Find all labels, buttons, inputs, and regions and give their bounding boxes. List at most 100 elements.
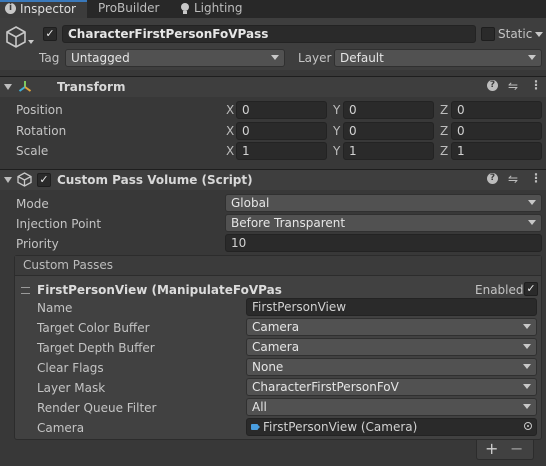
axis-x-label: X (226, 124, 235, 138)
component-title: Custom Pass Volume (Script) (57, 173, 253, 187)
preset-icon[interactable]: ⇋ (508, 172, 518, 186)
help-icon[interactable]: ? (487, 173, 498, 184)
add-pass-button[interactable]: + (485, 440, 498, 458)
tab-lighting[interactable]: Lighting (172, 0, 252, 18)
target-color-buffer-value: Camera (252, 320, 300, 334)
axis-y-label: Y (333, 124, 341, 138)
axis-y-label: Y (333, 103, 341, 117)
target-depth-buffer-dropdown[interactable]: Camera (246, 338, 537, 356)
tag-dropdown[interactable]: Untagged (65, 49, 285, 67)
tab-label: Inspector (20, 2, 76, 16)
drag-handle-icon[interactable] (21, 287, 30, 294)
camera-lens-icon (257, 424, 260, 430)
kebab-menu-icon[interactable]: ⋮ (530, 171, 542, 185)
rotation-z-field[interactable]: 0 (451, 122, 542, 140)
script-icon (17, 172, 32, 187)
tab-label: Lighting (194, 1, 243, 15)
info-icon: i (5, 3, 16, 14)
target-depth-buffer-label: Target Depth Buffer (37, 341, 155, 355)
axis-z-label: Z (440, 124, 449, 138)
object-picker-icon[interactable] (524, 422, 532, 430)
chevron-down-icon (271, 55, 279, 60)
camera-value: FirstPersonView (Camera) (263, 420, 418, 434)
help-icon[interactable]: ? (487, 80, 498, 91)
pass-enabled-checkbox[interactable]: ✓ (524, 282, 538, 296)
clear-flags-dropdown[interactable]: None (246, 358, 537, 376)
layer-dropdown[interactable]: Default (334, 49, 542, 67)
tab-probuilder[interactable]: ProBuilder (88, 0, 168, 18)
layer-mask-value: CharacterFirstPersonFoV (252, 380, 399, 394)
mode-dropdown[interactable]: Global (225, 194, 542, 212)
component-enabled-checkbox[interactable]: ✓ (37, 173, 51, 187)
static-label: Static (498, 27, 533, 41)
mode-value: Global (231, 196, 270, 210)
chevron-down-icon (523, 324, 531, 329)
injection-point-value: Before Transparent (231, 216, 346, 230)
position-y-field[interactable]: 0 (343, 101, 434, 119)
render-queue-filter-dropdown[interactable]: All (246, 398, 537, 416)
render-queue-filter-value: All (252, 400, 267, 414)
position-z-field[interactable]: 0 (451, 101, 542, 119)
axis-z-label: Z (440, 103, 449, 117)
remove-pass-button[interactable]: − (510, 440, 523, 458)
chevron-down-icon (523, 364, 531, 369)
name-field[interactable]: FirstPersonView (246, 298, 537, 316)
custom-pass-volume-header[interactable]: ✓ Custom Pass Volume (Script) ? ⇋ ⋮ (0, 169, 546, 190)
custom-passes-label: Custom Passes (23, 258, 113, 272)
axis-y-label: Y (333, 144, 341, 158)
tab-inspector[interactable]: i Inspector (0, 0, 87, 18)
layer-mask-label: Layer Mask (37, 381, 106, 395)
pass-title[interactable]: FirstPersonView (ManipulateFoVPas (37, 283, 282, 297)
rotation-x-field[interactable]: 0 (236, 122, 327, 140)
transform-icon (18, 81, 32, 92)
static-checkbox[interactable] (481, 27, 495, 41)
layer-label: Layer (298, 51, 332, 65)
tag-value: Untagged (71, 51, 130, 65)
chevron-down-icon (528, 200, 536, 205)
clear-flags-value: None (252, 360, 284, 374)
target-color-buffer-label: Target Color Buffer (37, 321, 150, 335)
scale-label: Scale (16, 144, 49, 158)
mode-label: Mode (16, 197, 49, 211)
injection-point-label: Injection Point (16, 217, 102, 231)
chevron-down-icon (523, 384, 531, 389)
chevron-down-icon (528, 220, 536, 225)
tag-label: Tag (39, 51, 60, 65)
position-x-field[interactable]: 0 (236, 101, 327, 119)
axis-z-label: Z (440, 144, 449, 158)
gameobject-name-field[interactable]: CharacterFirstPersonFoVPass (62, 25, 476, 43)
custom-passes-header: Custom Passes (15, 256, 541, 276)
render-queue-filter-label: Render Queue Filter (37, 401, 157, 415)
foldout-arrow-icon[interactable] (4, 177, 12, 183)
priority-label: Priority (16, 237, 59, 251)
preset-icon[interactable]: ⇋ (508, 79, 518, 93)
scale-x-field[interactable]: 1 (236, 142, 327, 160)
camera-label: Camera (37, 421, 85, 435)
axis-x-label: X (226, 103, 235, 117)
priority-field[interactable]: 10 (225, 234, 542, 252)
transform-header[interactable]: Transform ? ⇋ ⋮ (0, 76, 546, 97)
chevron-down-icon (523, 344, 531, 349)
scale-z-field[interactable]: 1 (451, 142, 542, 160)
clear-flags-label: Clear Flags (37, 361, 104, 375)
camera-object-field[interactable]: FirstPersonView (Camera) (246, 418, 537, 436)
rotation-y-field[interactable]: 0 (343, 122, 434, 140)
bulb-icon (181, 3, 189, 14)
layer-mask-dropdown[interactable]: CharacterFirstPersonFoV (246, 378, 537, 396)
injection-point-dropdown[interactable]: Before Transparent (225, 214, 542, 232)
tab-label: ProBuilder (98, 1, 160, 15)
static-dropdown-arrow[interactable] (535, 32, 543, 37)
chevron-down-icon (528, 55, 536, 60)
chevron-down-icon[interactable] (28, 40, 34, 44)
axis-x-label: X (226, 144, 235, 158)
target-depth-buffer-value: Camera (252, 340, 300, 354)
chevron-down-icon (523, 404, 531, 409)
gameobject-cube-icon (6, 26, 26, 48)
name-label: Name (37, 301, 73, 315)
gameobject-active-checkbox[interactable]: ✓ (43, 27, 57, 41)
scale-y-field[interactable]: 1 (343, 142, 434, 160)
target-color-buffer-dropdown[interactable]: Camera (246, 318, 537, 336)
kebab-menu-icon[interactable]: ⋮ (530, 78, 542, 92)
foldout-arrow-icon[interactable] (4, 84, 12, 90)
layer-value: Default (340, 51, 384, 65)
